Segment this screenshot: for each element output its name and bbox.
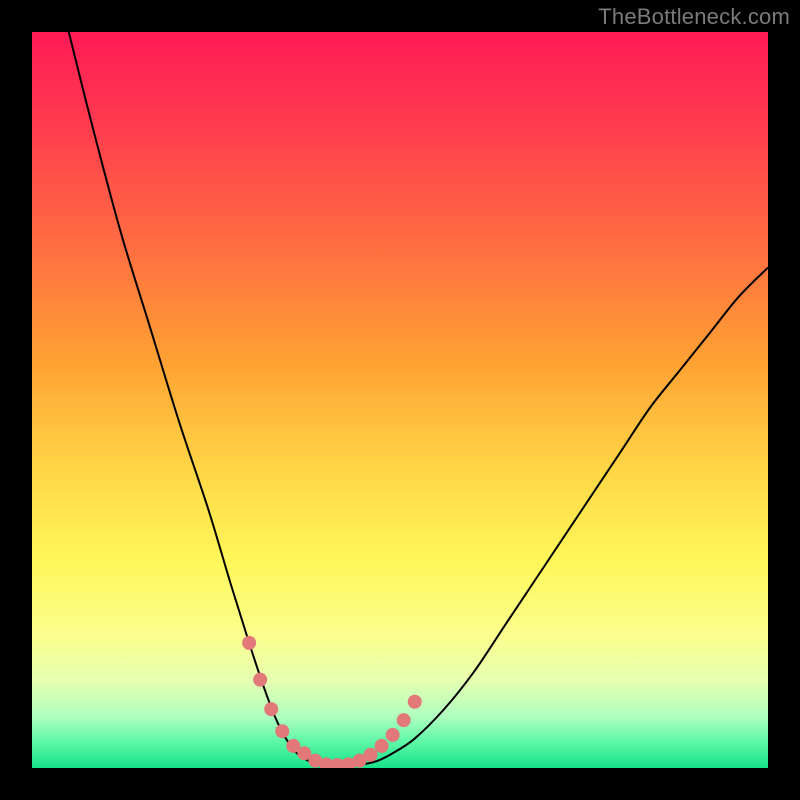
watermark-text: TheBottleneck.com: [598, 4, 790, 30]
chart-frame: TheBottleneck.com: [0, 0, 800, 800]
plot-area: [32, 32, 768, 768]
marker-dot: [408, 695, 422, 709]
marker-dot: [264, 702, 278, 716]
marker-dot: [253, 673, 267, 687]
marker-dot: [275, 724, 289, 738]
marker-dot: [242, 636, 256, 650]
marker-dot: [364, 748, 378, 762]
marker-dot: [375, 739, 389, 753]
marker-dot: [397, 713, 411, 727]
curve-layer: [32, 32, 768, 768]
marker-dot: [386, 728, 400, 742]
bottleneck-curve: [69, 32, 768, 766]
